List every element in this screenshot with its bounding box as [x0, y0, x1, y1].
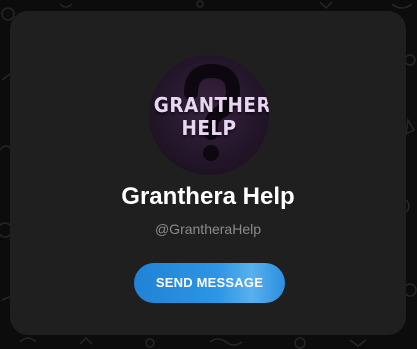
profile-card: GRANTHERA HELP Granthera Help @Granthera…: [10, 11, 406, 335]
send-message-button[interactable]: SEND MESSAGE: [134, 263, 285, 303]
avatar[interactable]: GRANTHERA HELP: [149, 55, 269, 175]
avatar-logo-line2: HELP: [181, 116, 237, 140]
profile-name: Granthera Help: [121, 183, 295, 210]
avatar-logo-line1: GRANTHERA: [153, 93, 269, 117]
profile-handle: @GrantheraHelp: [154, 221, 262, 237]
